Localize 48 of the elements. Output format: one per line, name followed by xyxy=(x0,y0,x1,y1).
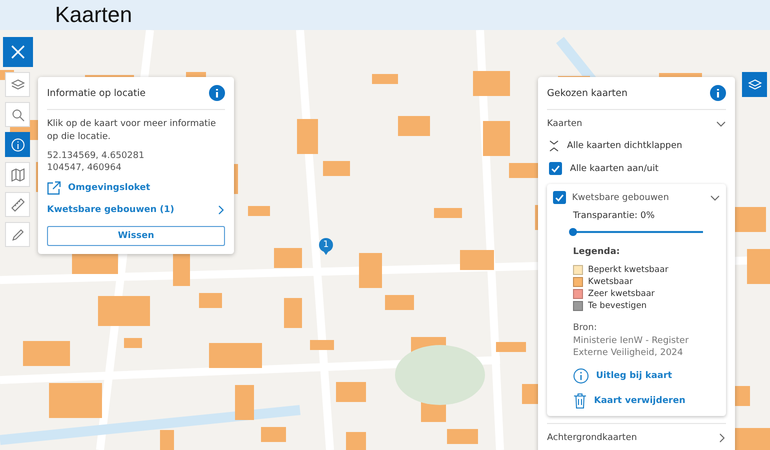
chevron-right-icon xyxy=(718,433,726,443)
info-icon xyxy=(10,138,24,152)
result-link[interactable]: Kwetsbare gebouwen (1) xyxy=(47,204,225,215)
coordinates-text: 104547, 460964 xyxy=(47,162,122,175)
omgevingsloket-link[interactable]: Omgevingsloket xyxy=(68,182,150,193)
panel-title: Informatie op locatie xyxy=(47,88,146,98)
remove-map-link[interactable]: Kaart verwijderen xyxy=(594,396,686,406)
layers-icon xyxy=(748,78,762,92)
clear-button[interactable]: Wissen xyxy=(47,226,225,246)
collapse-all-link[interactable]: Alle kaarten dichtklappen xyxy=(567,141,682,151)
search-icon xyxy=(10,108,24,122)
map-pages-icon xyxy=(10,168,24,182)
collapse-icon xyxy=(549,140,559,152)
page-title: Kaarten xyxy=(55,2,132,28)
checkbox-label: Alle kaarten aan/uit xyxy=(570,164,658,174)
info-icon xyxy=(573,368,589,384)
checkbox[interactable] xyxy=(549,162,562,175)
transparency-label: Transparantie: 0% xyxy=(573,211,656,221)
chevron-icon[interactable] xyxy=(710,194,720,202)
external-link-icon xyxy=(47,180,61,195)
coordinates-text: 52.134569, 4.650281 xyxy=(47,151,146,163)
legend-title: Legenda: xyxy=(573,247,621,257)
section-header[interactable]: Achtergrondkaarten xyxy=(547,423,726,449)
ruler-icon xyxy=(10,198,24,212)
panel-title: Gekozen kaarten xyxy=(547,88,628,98)
legend-label: Zeer kwetsbaar xyxy=(588,289,655,299)
legend-label: Beperkt kwetsbaar xyxy=(588,265,668,275)
chevron-right-icon xyxy=(217,204,225,215)
legend-label: Te bevestigen xyxy=(588,301,647,311)
legend-label: Kwetsbaar xyxy=(588,277,633,287)
close-button[interactable] xyxy=(3,37,33,67)
layers-button[interactable] xyxy=(742,72,767,97)
trash-icon xyxy=(573,393,587,410)
layer-name: Kwetsbare gebouwen xyxy=(572,192,670,202)
section-header[interactable]: Kaarten xyxy=(547,110,726,135)
source-text: Ministerie IenW - Register Externe Veiligheid, 2024 xyxy=(573,335,690,360)
explain-link[interactable]: Uitleg bij kaart xyxy=(596,371,672,382)
toolbar-button[interactable] xyxy=(5,132,30,157)
checkbox[interactable] xyxy=(553,191,566,204)
close-icon xyxy=(10,44,26,60)
info-icon[interactable] xyxy=(710,85,726,101)
source-title: Bron: xyxy=(573,323,598,333)
info-icon[interactable] xyxy=(209,85,225,101)
chevron-icon xyxy=(716,120,726,128)
pencil-icon xyxy=(10,228,24,242)
info-description: Klik op de kaart voor meer informatie op die locatie. xyxy=(47,118,217,144)
slider-thumb[interactable] xyxy=(569,228,577,236)
layers-icon xyxy=(10,78,24,92)
